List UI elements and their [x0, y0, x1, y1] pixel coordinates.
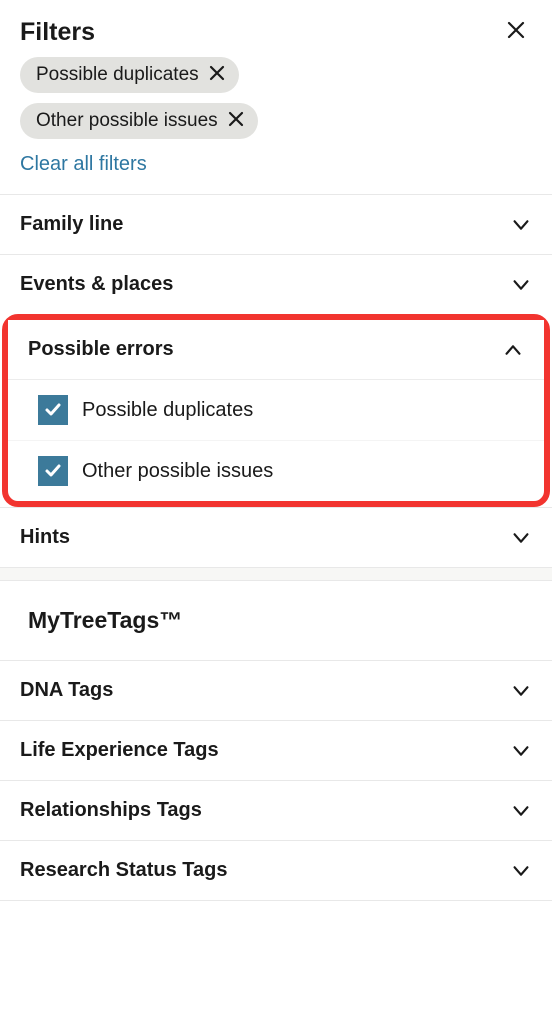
- active-filter-chips: Possible duplicates Other possible issue…: [0, 47, 552, 149]
- section-label: DNA Tags: [20, 679, 113, 702]
- chevron-down-icon: [510, 527, 532, 549]
- filters-header: Filters: [0, 0, 552, 47]
- section-label: Possible errors: [28, 338, 174, 361]
- chevron-down-icon: [510, 740, 532, 762]
- clear-all-filters-link[interactable]: Clear all filters: [0, 149, 552, 194]
- filter-chip[interactable]: Possible duplicates: [20, 57, 239, 93]
- checkbox-row[interactable]: Other possible issues: [8, 441, 544, 501]
- chevron-down-icon: [510, 274, 532, 296]
- checkbox-checked-icon[interactable]: [38, 395, 68, 425]
- close-icon[interactable]: [500, 18, 532, 47]
- section-label: Relationships Tags: [20, 799, 202, 822]
- section-label: Research Status Tags: [20, 859, 228, 882]
- chevron-up-icon: [502, 339, 524, 361]
- section-divider: [0, 567, 552, 581]
- section-label: Life Experience Tags: [20, 739, 219, 762]
- section-label: Events & places: [20, 273, 173, 296]
- section-hints[interactable]: Hints: [0, 507, 552, 567]
- chip-remove-icon[interactable]: [228, 111, 244, 131]
- chevron-down-icon: [510, 860, 532, 882]
- checkbox-label: Other possible issues: [82, 460, 273, 483]
- section-label: Family line: [20, 213, 123, 236]
- possible-errors-options: Possible duplicates Other possible issue…: [8, 379, 544, 501]
- section-family-line[interactable]: Family line: [0, 194, 552, 254]
- chevron-down-icon: [510, 680, 532, 702]
- section-possible-errors[interactable]: Possible errors: [8, 320, 544, 379]
- checkbox-row[interactable]: Possible duplicates: [8, 380, 544, 441]
- filters-title: Filters: [20, 18, 95, 47]
- section-dna-tags[interactable]: DNA Tags: [0, 660, 552, 720]
- checkbox-label: Possible duplicates: [82, 399, 253, 422]
- chevron-down-icon: [510, 800, 532, 822]
- chip-remove-icon[interactable]: [209, 65, 225, 85]
- chevron-down-icon: [510, 214, 532, 236]
- section-research-status-tags[interactable]: Research Status Tags: [0, 840, 552, 901]
- section-events-places[interactable]: Events & places: [0, 254, 552, 314]
- chip-label: Possible duplicates: [36, 64, 199, 86]
- section-relationships-tags[interactable]: Relationships Tags: [0, 780, 552, 840]
- checkbox-checked-icon[interactable]: [38, 456, 68, 486]
- section-label: Hints: [20, 526, 70, 549]
- mytreetags-header: MyTreeTags™: [0, 581, 552, 660]
- section-life-experience-tags[interactable]: Life Experience Tags: [0, 720, 552, 780]
- filter-chip[interactable]: Other possible issues: [20, 103, 258, 139]
- highlight-annotation: Possible errors Possible duplicates Othe…: [2, 314, 550, 507]
- chip-label: Other possible issues: [36, 110, 218, 132]
